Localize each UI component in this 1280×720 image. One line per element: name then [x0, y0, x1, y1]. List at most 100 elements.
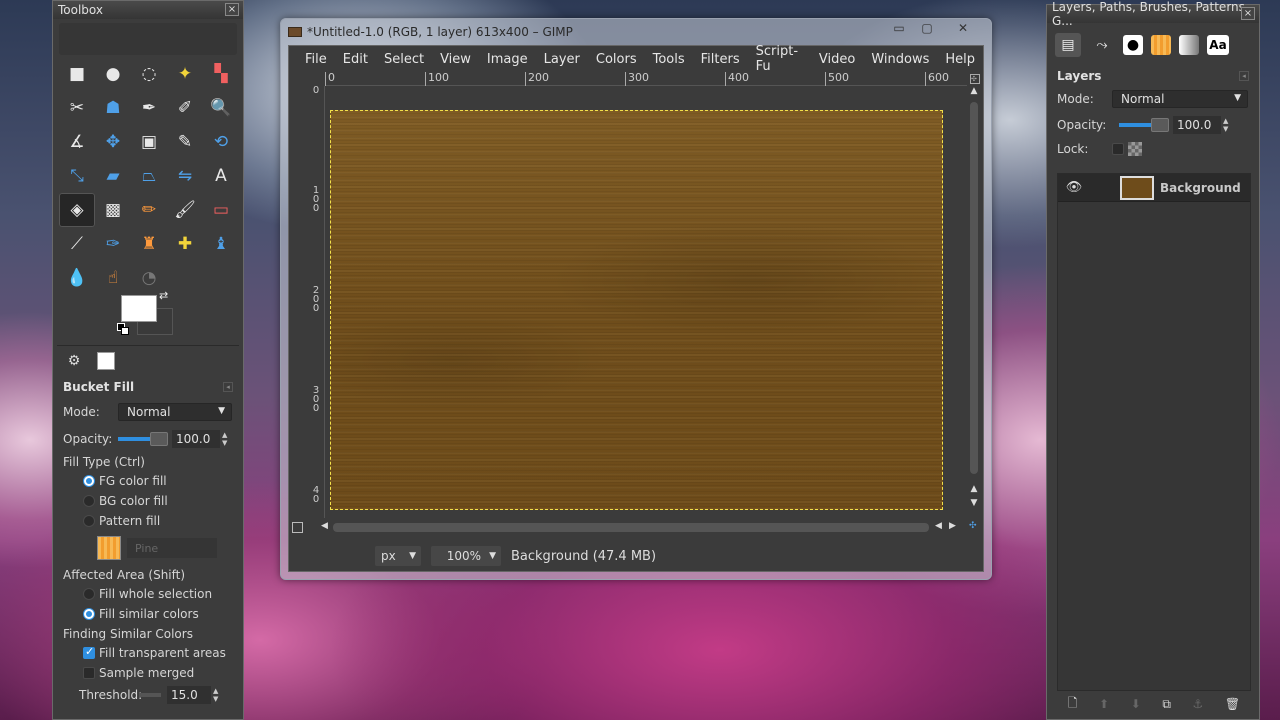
menu-view[interactable]: View [432, 52, 479, 67]
maximize-button[interactable]: ▢ [913, 19, 941, 37]
raise-layer-icon[interactable]: ⬆ [1099, 697, 1109, 711]
blend-icon[interactable]: ▩ [95, 193, 131, 227]
crop-icon[interactable]: ✎ [167, 125, 203, 159]
spin-arrows-icon[interactable]: ▲ ▼ [1223, 117, 1228, 133]
scale-icon[interactable]: ⤡ [59, 159, 95, 193]
perspective-icon[interactable]: ⏢ [131, 159, 167, 193]
pattern-swatch[interactable] [97, 536, 121, 560]
checkbox[interactable] [83, 667, 95, 679]
menu-colors[interactable]: Colors [588, 52, 645, 67]
flip-icon[interactable]: ⇋ [167, 159, 203, 193]
lock-alpha-checkbox[interactable] [1112, 143, 1124, 155]
radio-option[interactable]: Pattern fill [53, 511, 243, 531]
opacity-slider-knob[interactable] [150, 431, 168, 446]
close-button[interactable]: ✕ [941, 19, 985, 37]
lower-layer-icon[interactable]: ⬇ [1131, 697, 1141, 711]
rotate-icon[interactable]: ⟲ [203, 125, 239, 159]
move-icon[interactable]: ✥ [95, 125, 131, 159]
checkbox[interactable] [83, 645, 95, 659]
zoom-to-fit-icon[interactable]: ✣ [969, 521, 977, 531]
swap-colors-icon[interactable]: ⇄ [159, 289, 168, 302]
radio-option[interactable]: BG color fill [53, 491, 243, 511]
radio-option[interactable]: FG color fill [53, 471, 243, 491]
opacity-slider[interactable] [118, 431, 168, 446]
toolbox-close-button[interactable]: × [225, 3, 239, 16]
fuzzy-select-icon[interactable]: ✦ [167, 57, 203, 91]
vertical-scroll-thumb[interactable] [970, 102, 978, 474]
image-window-titlebar[interactable]: *Untitled-1.0 (RGB, 1 layer) 613x400 – G… [281, 19, 991, 45]
minimize-button[interactable]: ▭ [885, 19, 913, 37]
default-colors-icon[interactable] [117, 323, 129, 335]
layer-opacity-slider[interactable] [1119, 117, 1169, 132]
menu-tools[interactable]: Tools [645, 52, 693, 67]
checkbox-option[interactable]: Sample merged [53, 663, 243, 683]
radio-button[interactable] [83, 515, 95, 527]
smudge-icon[interactable]: ☝ [95, 261, 131, 295]
paths-icon[interactable]: ✒ [131, 91, 167, 125]
new-layer-icon[interactable]: 🗋 [1068, 694, 1078, 715]
perspective-clone-icon[interactable]: ♝ [203, 227, 239, 261]
layer-row[interactable]: 👁 Background [1058, 174, 1250, 202]
align-icon[interactable]: ▣ [131, 125, 167, 159]
menu-select[interactable]: Select [376, 52, 432, 67]
scroll-down-icon[interactable]: ▼ [968, 498, 980, 508]
paths-tab-icon[interactable]: ⤳ [1089, 33, 1115, 57]
gradients-tab-icon[interactable] [1179, 35, 1199, 55]
panel-menu-icon[interactable]: ◂ [1239, 71, 1249, 81]
ink-icon[interactable]: ✑ [95, 227, 131, 261]
layer-thumbnail[interactable] [1120, 175, 1154, 200]
unit-select[interactable]: px ▼ [375, 546, 421, 566]
layers-dock-close-button[interactable]: × [1241, 7, 1255, 20]
foreground-select-icon[interactable]: ☗ [95, 91, 131, 125]
quick-mask-icon[interactable] [292, 522, 303, 533]
heal-icon[interactable]: ✚ [167, 227, 203, 261]
menu-edit[interactable]: Edit [335, 52, 376, 67]
layer-opacity-value[interactable]: 100.0 [1173, 115, 1221, 134]
measure-icon[interactable]: ∡ [59, 125, 95, 159]
text-icon[interactable]: A [203, 159, 239, 193]
mode-select[interactable]: Normal ▼ [118, 402, 232, 421]
shear-icon[interactable]: ▰ [95, 159, 131, 193]
pencil-icon[interactable]: ✏ [131, 193, 167, 227]
menu-windows[interactable]: Windows [863, 52, 937, 67]
horizontal-ruler[interactable]: 0 100 200 300 400 500 600 [325, 72, 967, 86]
select-by-color-icon[interactable]: ▚ [203, 57, 239, 91]
horizontal-scroll-thumb[interactable] [333, 523, 929, 532]
layer-name[interactable]: Background [1160, 181, 1241, 195]
delete-layer-icon[interactable]: 🗑 [1225, 697, 1240, 711]
foreground-color-swatch[interactable] [121, 295, 157, 322]
vertical-scrollbar[interactable]: ▲ ▲ ▼ [968, 86, 980, 518]
scroll-right-icon[interactable]: ▶ [949, 521, 956, 531]
layers-dock-titlebar[interactable]: Layers, Paths, Brushes, Patterns, G... × [1047, 0, 1259, 28]
scroll-left-icon[interactable]: ◀ [321, 521, 328, 531]
brushes-tab-icon[interactable]: ● [1123, 35, 1143, 55]
radio-button[interactable] [83, 495, 95, 507]
zoom-icon[interactable]: 🔍 [203, 91, 239, 125]
color-picker-icon[interactable]: ✐ [167, 91, 203, 125]
wood-texture-image[interactable] [330, 110, 943, 510]
scroll-left-icon[interactable]: ◀ [935, 521, 942, 531]
blur-icon[interactable]: 💧 [59, 261, 95, 295]
ellipse-select-icon[interactable]: ● [95, 57, 131, 91]
threshold-value[interactable]: 15.0 [167, 686, 211, 704]
canvas-area[interactable] [325, 86, 967, 518]
scroll-up-icon[interactable]: ▲ [968, 86, 980, 96]
spin-arrows-icon[interactable]: ▲ ▼ [222, 431, 227, 447]
opacity-value[interactable]: 100.0 [172, 429, 220, 448]
horizontal-scrollbar[interactable]: ◀ ◀ ▶ ✣ [309, 520, 980, 536]
device-status-tab-icon[interactable] [97, 352, 115, 370]
menu-script-fu[interactable]: Script-Fu [748, 44, 811, 74]
airbrush-icon[interactable]: ⟋ [59, 227, 95, 261]
menu-video[interactable]: Video [811, 52, 863, 67]
threshold-slider[interactable] [139, 693, 161, 697]
free-select-icon[interactable]: ◌ [131, 57, 167, 91]
panel-menu-icon[interactable]: ◂ [223, 382, 233, 392]
tool-options-tab-icon[interactable]: ⚙ [65, 352, 83, 370]
bucket-fill-icon[interactable]: ◈ [59, 193, 95, 227]
duplicate-layer-icon[interactable]: ⧉ [1162, 697, 1171, 712]
menu-image[interactable]: Image [479, 52, 536, 67]
navigate-icon[interactable]: ✣ [970, 74, 980, 84]
menu-filters[interactable]: Filters [693, 52, 748, 67]
layers-tab-icon[interactable]: ▤ [1055, 33, 1081, 57]
vertical-ruler[interactable]: 0 100 200 300 40 [309, 86, 325, 518]
